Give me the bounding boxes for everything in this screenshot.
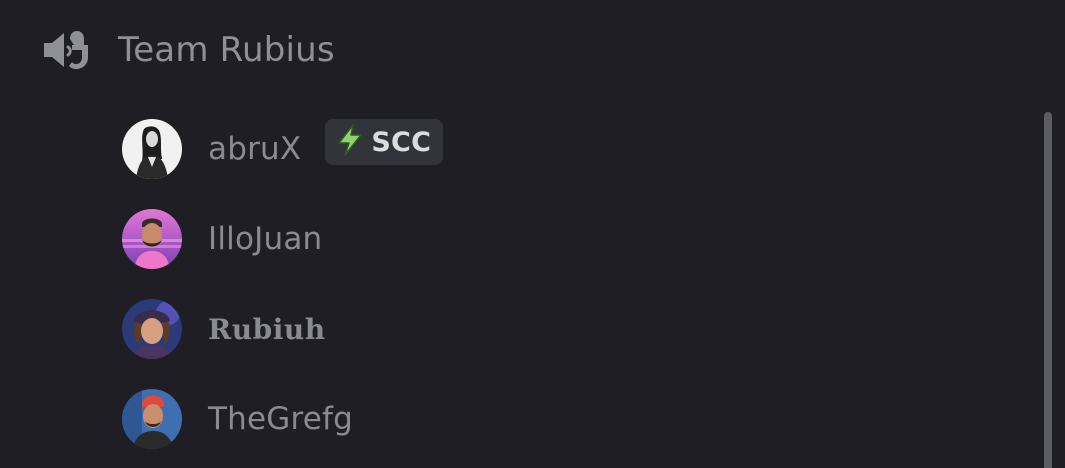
username: Rubiuh — [208, 312, 326, 346]
lightning-bolt-icon — [333, 123, 367, 161]
username: IlloJuan — [208, 221, 323, 257]
server-tag-badge[interactable]: SCC — [325, 119, 444, 165]
voice-channel[interactable]: Team Rubius — [40, 24, 335, 76]
voice-channel-panel: Team Rubius abruX SCC IlloJuan Rubiuh Th… — [0, 0, 1065, 468]
avatar[interactable] — [122, 299, 182, 359]
voice-user-list: abruX SCC IlloJuan Rubiuh TheGrefg — [122, 104, 1022, 464]
avatar[interactable] — [122, 389, 182, 449]
scrollbar[interactable] — [1044, 112, 1052, 468]
username: TheGrefg — [208, 401, 354, 437]
voice-channel-name: Team Rubius — [118, 30, 335, 70]
avatar[interactable] — [122, 209, 182, 269]
voice-channel-icon — [40, 25, 94, 75]
voice-user-abrux[interactable]: abruX SCC — [122, 104, 1022, 194]
voice-user-rubiuh[interactable]: Rubiuh — [122, 284, 1022, 374]
server-tag-label: SCC — [371, 126, 432, 158]
username: abruX — [208, 131, 302, 167]
avatar[interactable] — [122, 119, 182, 179]
voice-user-thegrefg[interactable]: TheGrefg — [122, 374, 1022, 464]
voice-user-illojuan[interactable]: IlloJuan — [122, 194, 1022, 284]
